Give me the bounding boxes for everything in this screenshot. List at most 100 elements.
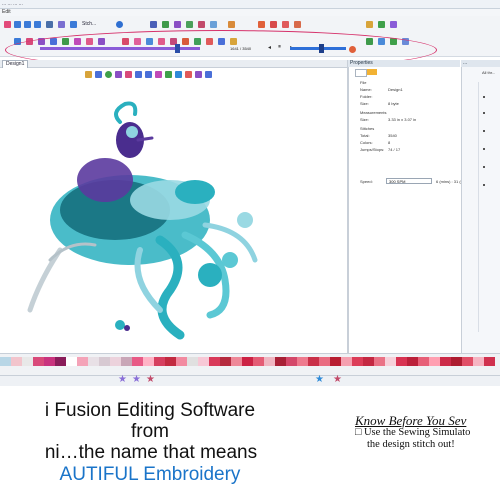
trace-tool-icon[interactable]: [195, 71, 202, 78]
palette-swatch[interactable]: [429, 357, 440, 366]
menu-edit[interactable]: Edit: [2, 9, 11, 15]
palette-swatch[interactable]: [55, 357, 66, 366]
star-icon: ★: [132, 374, 141, 385]
palette-swatch[interactable]: [165, 357, 176, 366]
text-icon[interactable]: [228, 21, 235, 28]
palette-swatch[interactable]: [143, 357, 154, 366]
shape-icon[interactable]: [186, 21, 193, 28]
palette-swatch[interactable]: [187, 357, 198, 366]
palette-swatch[interactable]: [231, 357, 242, 366]
pen-icon[interactable]: [174, 21, 181, 28]
palette-swatch[interactable]: [220, 357, 231, 366]
zoom-tool-icon[interactable]: [165, 71, 172, 78]
palette-swatch[interactable]: [11, 357, 22, 366]
palette-swatch[interactable]: [77, 357, 88, 366]
palette-swatch[interactable]: [341, 357, 352, 366]
palette-swatch[interactable]: [242, 357, 253, 366]
paste-icon[interactable]: [294, 21, 301, 28]
lettering-icon[interactable]: [258, 21, 265, 28]
list-item[interactable]: [483, 184, 485, 186]
open-icon[interactable]: [14, 21, 21, 28]
color-icon[interactable]: [162, 21, 169, 28]
palette-swatch[interactable]: [176, 357, 187, 366]
pointer-icon[interactable]: [85, 71, 92, 78]
copy-icon[interactable]: [282, 21, 289, 28]
zoom-select[interactable]: Stch...: [82, 21, 96, 27]
arrange-icon[interactable]: [390, 21, 397, 28]
palette-swatch[interactable]: [297, 357, 308, 366]
speed-select[interactable]: 300 SPM: [386, 178, 432, 184]
arrow-tool-icon[interactable]: [135, 71, 142, 78]
cut-icon[interactable]: [270, 21, 277, 28]
palette-swatch[interactable]: [275, 357, 286, 366]
palette-swatch[interactable]: [286, 357, 297, 366]
threads-list[interactable]: [478, 82, 499, 332]
palette-swatch[interactable]: [418, 357, 429, 366]
grid-tool-icon[interactable]: [185, 71, 192, 78]
palette-swatch[interactable]: [352, 357, 363, 366]
list-item[interactable]: [483, 166, 485, 168]
palette-swatch[interactable]: [440, 357, 451, 366]
menu-bar: Edit: [0, 9, 500, 16]
palette-swatch[interactable]: [253, 357, 264, 366]
palette-swatch[interactable]: [33, 357, 44, 366]
palette-swatch[interactable]: [99, 357, 110, 366]
help-icon[interactable]: [116, 21, 123, 28]
palette-swatch[interactable]: [451, 357, 462, 366]
palette-swatch[interactable]: [396, 357, 407, 366]
palette-swatch[interactable]: [0, 357, 11, 366]
palette-swatch[interactable]: [66, 357, 77, 366]
color-tool-icon[interactable]: [205, 71, 212, 78]
redo-icon[interactable]: [34, 21, 41, 28]
hoop-icon[interactable]: [4, 21, 11, 28]
text-tool-icon[interactable]: [95, 71, 102, 78]
palette-swatch[interactable]: [154, 357, 165, 366]
view-icon[interactable]: [46, 21, 53, 28]
palette-swatch[interactable]: [385, 357, 396, 366]
palette-swatch[interactable]: [22, 357, 33, 366]
heart-tool-icon[interactable]: [125, 71, 132, 78]
prop-value-colors: 8: [388, 140, 391, 145]
list-item[interactable]: [483, 96, 485, 98]
palette-swatch[interactable]: [308, 357, 319, 366]
undo-icon[interactable]: [24, 21, 31, 28]
palette-swatch[interactable]: [209, 357, 220, 366]
stitch-icon[interactable]: [210, 21, 217, 28]
pen-tool-icon[interactable]: [115, 71, 122, 78]
list-item[interactable]: [483, 112, 485, 114]
palette-swatch[interactable]: [484, 357, 495, 366]
palette-swatch[interactable]: [198, 357, 209, 366]
move-tool-icon[interactable]: [145, 71, 152, 78]
split-icon[interactable]: [366, 21, 373, 28]
palette-swatch[interactable]: [88, 357, 99, 366]
embroidered-peacock-bird-design[interactable]: [20, 100, 280, 340]
canvas-toolbar: [85, 70, 215, 79]
merge-icon[interactable]: [378, 21, 385, 28]
layout-icon[interactable]: [58, 21, 65, 28]
hoop-tool-icon[interactable]: [175, 71, 182, 78]
palette-swatch[interactable]: [330, 357, 341, 366]
palette-swatch[interactable]: [264, 357, 275, 366]
grid-icon[interactable]: [70, 21, 77, 28]
palette-swatch[interactable]: [374, 357, 385, 366]
palette-swatch[interactable]: [319, 357, 330, 366]
tab-design1[interactable]: Design1: [2, 60, 29, 68]
palette-swatch[interactable]: [363, 357, 374, 366]
palette-swatch[interactable]: [121, 357, 132, 366]
tab-label: Design1: [6, 61, 25, 67]
select-icon[interactable]: [150, 21, 157, 28]
node-tool-icon[interactable]: [155, 71, 162, 78]
fill-icon[interactable]: [198, 21, 205, 28]
circle-tool-icon[interactable]: [105, 71, 112, 78]
palette-swatch[interactable]: [132, 357, 143, 366]
palette-swatch[interactable]: [407, 357, 418, 366]
properties-tab-info[interactable]: [355, 69, 367, 77]
palette-swatch[interactable]: [462, 357, 473, 366]
palette-swatch[interactable]: [110, 357, 121, 366]
palette-swatch[interactable]: [473, 357, 484, 366]
list-item[interactable]: [483, 148, 485, 150]
list-item[interactable]: [483, 130, 485, 132]
prop-label-dimensions: Size:: [360, 117, 369, 122]
properties-tab-color[interactable]: [367, 69, 377, 75]
palette-swatch[interactable]: [44, 357, 55, 366]
